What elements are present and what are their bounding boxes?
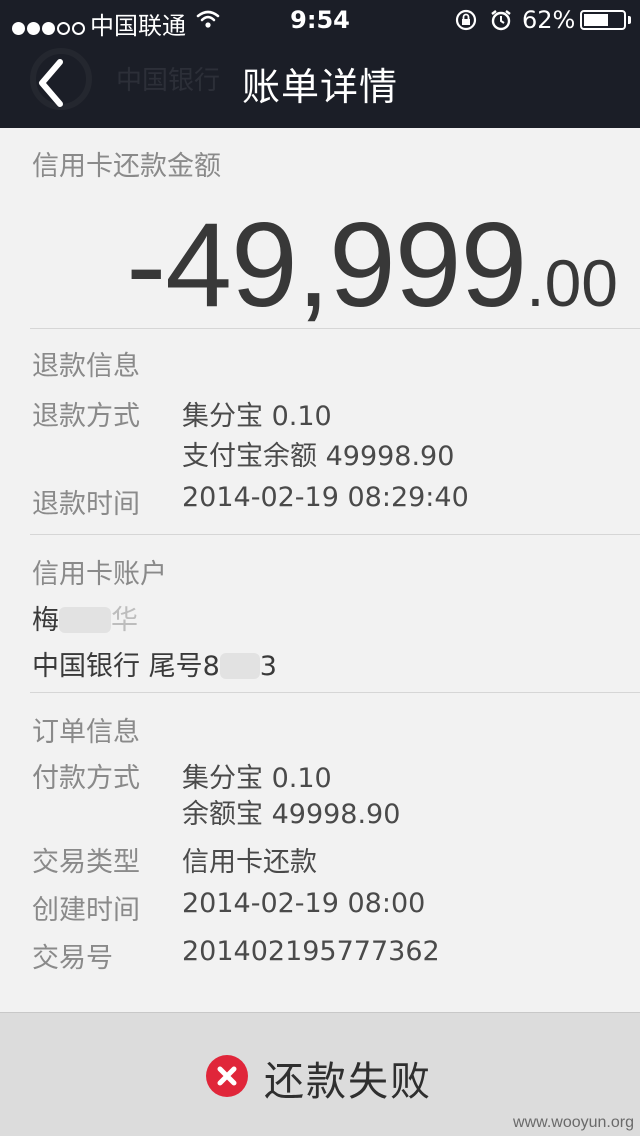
battery-icon [580,10,626,30]
rotation-lock-icon [455,9,477,31]
payment-method-label: 付款方式 [32,763,140,794]
divider [30,534,640,535]
amount-section-title: 信用卡还款金额 [32,151,221,182]
refund-time-label: 退款时间 [32,489,140,520]
refund-method-value-2: 支付宝余额 49998.90 [182,441,455,472]
refund-section-title: 退款信息 [32,351,140,382]
refund-method-label: 退款方式 [32,401,140,432]
redaction-blur [219,652,260,679]
refund-method-value-1: 集分宝 0.10 [182,401,332,432]
bill-detail-content: 信用卡还款金额 -49,999.00 退款信息 退款方式 集分宝 0.10 支付… [0,128,640,1012]
created-time-label: 创建时间 [32,895,140,926]
card-bank-tail: 中国银行 尾号8 3 [32,644,277,683]
divider [30,692,640,693]
battery-tip [628,16,631,24]
page-title: 账单详情 [241,65,398,109]
top-bar: 中国联通 9:54 62% 中国银行 账单详情 [0,0,640,128]
transaction-type-value: 信用卡还款 [182,847,317,878]
status-bar: 中国联通 9:54 62% [0,0,640,40]
created-time-value: 2014-02-19 08:00 [182,888,426,919]
amount-integer: -49,999 [126,198,527,332]
alarm-icon [491,10,511,31]
refund-time-value: 2014-02-19 08:29:40 [182,482,469,513]
transaction-number-value: 201402195777362 [182,936,440,967]
watermark: www.wooyun.org [513,1114,634,1131]
error-x-icon [206,1055,248,1097]
card-holder-name: 梅华 [32,598,138,637]
transaction-number-label: 交易号 [32,943,113,974]
card-holder-last-char: 华 [111,605,138,636]
amount-display: -49,999.00 [126,196,618,334]
transaction-type-label: 交易类型 [32,847,140,878]
repayment-failed-text: 还款失败 [264,1059,432,1105]
payment-method-value-2: 余额宝 49998.90 [182,799,401,830]
payment-method-value-1: 集分宝 0.10 [182,763,332,794]
card-holder-first-char: 梅 [32,605,59,636]
amount-decimal: .00 [526,246,618,320]
nav-bar: 中国银行 账单详情 [0,40,640,128]
battery-percent: 62% [522,6,576,34]
card-bank-text: 中国银行 尾号8 [32,651,220,682]
order-section-title: 订单信息 [32,717,140,748]
card-account-title: 信用卡账户 [32,559,167,590]
card-bank-last-digit: 3 [259,651,277,682]
redaction-blur [59,606,111,633]
divider [30,328,640,329]
